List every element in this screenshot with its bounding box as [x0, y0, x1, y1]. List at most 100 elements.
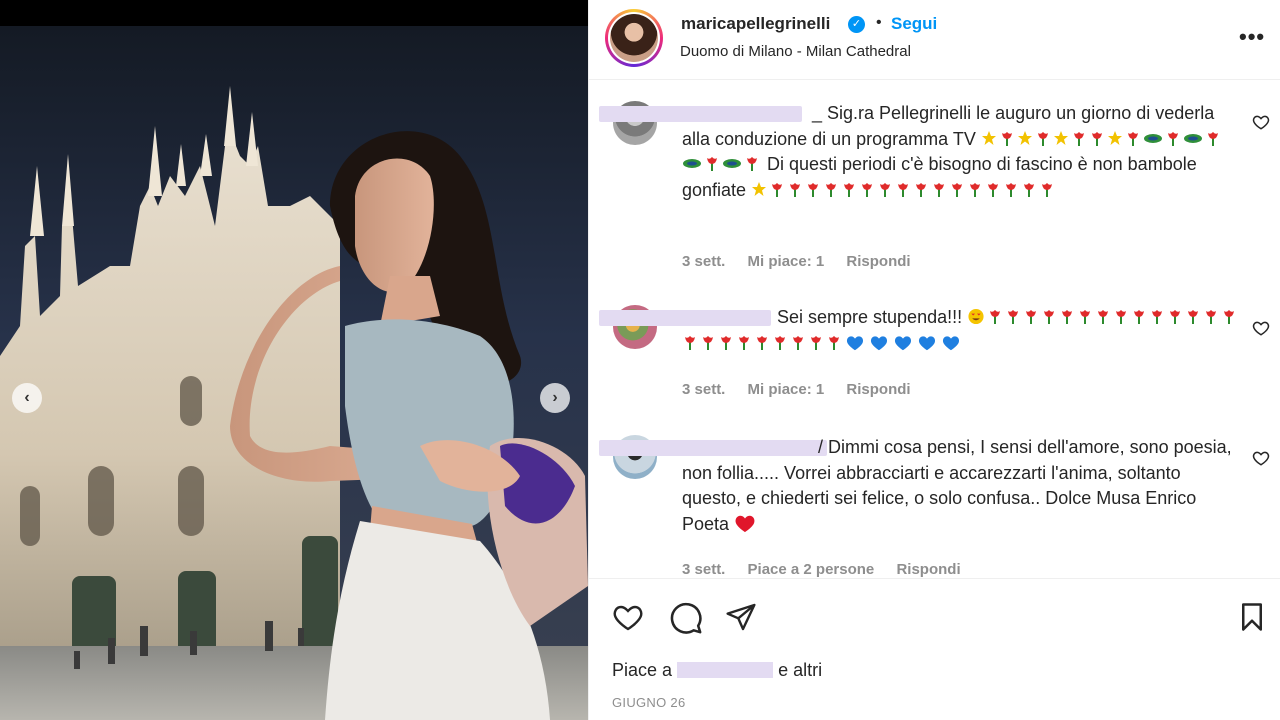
author-avatar-image	[610, 14, 658, 62]
duomo-photo-illustration	[0, 26, 588, 720]
carousel-next-button[interactable]: ›	[540, 383, 570, 413]
comments-list[interactable]: _ Sig.ra Pellegrinelli le auguro un gior…	[589, 81, 1280, 577]
comment-item: _ Sig.ra Pellegrinelli le auguro un gior…	[589, 101, 1280, 281]
star-sparkle-emoji-icon	[1053, 130, 1068, 145]
tulip-emoji-icon	[1008, 310, 1019, 324]
tulip-emoji-icon	[1006, 182, 1017, 197]
comment-meta: 3 sett. Mi piace: 1 Rispondi	[682, 253, 929, 270]
post-actions: Piace a e altri GIUGNO 26	[589, 578, 1280, 720]
tulip-emoji-icon	[862, 182, 873, 197]
leaf-emoji-icon	[1143, 133, 1162, 143]
comment-icon[interactable]	[669, 601, 703, 635]
tulip-emoji-icon	[1167, 131, 1178, 146]
tulip-emoji-icon	[1134, 310, 1145, 324]
comment-likes[interactable]: Mi piace: 1	[748, 381, 825, 398]
red-heart-emoji-icon	[735, 515, 755, 532]
tulip-emoji-icon	[685, 335, 695, 350]
comment-likes[interactable]: Piace a 2 persone	[748, 561, 875, 577]
tulip-emoji-icon	[1206, 310, 1217, 324]
author-username[interactable]: maricapellegrinelli	[681, 14, 830, 34]
heart-eyes-emoji-icon	[968, 308, 984, 325]
tulip-emoji-icon	[739, 335, 749, 350]
like-comment-heart-icon[interactable]	[1252, 113, 1270, 131]
comment-item: Sei sempre stupenda!!! 3 sett. Mi piace:…	[589, 305, 1280, 415]
comment-item: / Dimmi cosa pensi, I sensi dell'amore, …	[589, 435, 1280, 577]
comment-time[interactable]: 3 sett.	[682, 381, 725, 398]
comment-meta: 3 sett. Piace a 2 persone Rispondi	[682, 561, 979, 577]
leaf-emoji-icon	[1183, 133, 1202, 143]
tulip-emoji-icon	[1042, 182, 1053, 197]
redacted-liker-name	[677, 662, 774, 678]
more-options-icon[interactable]: •••	[1239, 24, 1265, 50]
tulip-emoji-icon	[1073, 131, 1084, 146]
follow-button[interactable]: Segui	[891, 14, 937, 34]
comment-time[interactable]: 3 sett.	[682, 561, 725, 577]
tulip-emoji-icon	[808, 182, 819, 197]
post-photo[interactable]: ‹ ›	[0, 0, 588, 720]
likes-summary[interactable]: Piace a e altri	[612, 660, 822, 681]
like-heart-icon[interactable]	[611, 601, 645, 633]
comment-likes[interactable]: Mi piace: 1	[748, 253, 825, 270]
tulip-emoji-icon	[952, 182, 963, 197]
tulip-emoji-icon	[1127, 131, 1138, 146]
tulip-emoji-icon	[1001, 131, 1012, 146]
tulip-emoji-icon	[1188, 310, 1199, 324]
tulip-emoji-icon	[1026, 310, 1037, 324]
post-date[interactable]: GIUGNO 26	[612, 695, 686, 710]
star-sparkle-emoji-icon	[1107, 130, 1122, 145]
tulip-emoji-icon	[1116, 310, 1127, 324]
star-sparkle-emoji-icon	[752, 181, 767, 196]
tulip-emoji-icon	[775, 335, 785, 350]
tulip-emoji-icon	[721, 335, 731, 350]
header-separator: •	[876, 14, 882, 31]
tulip-emoji-icon	[1044, 310, 1055, 324]
tulip-emoji-icon	[916, 182, 927, 197]
share-send-icon[interactable]	[725, 601, 757, 633]
blue-heart-emoji-icon	[942, 335, 960, 350]
star-sparkle-emoji-icon	[981, 130, 996, 145]
tulip-emoji-icon	[1091, 131, 1102, 146]
like-comment-heart-icon[interactable]	[1252, 449, 1270, 467]
chevron-right-icon: ›	[552, 389, 558, 406]
verified-icon: ✓	[848, 16, 865, 33]
reply-button[interactable]: Rispondi	[896, 561, 960, 577]
tulip-emoji-icon	[707, 157, 717, 171]
like-comment-heart-icon[interactable]	[1252, 319, 1270, 337]
blue-heart-emoji-icon	[870, 335, 888, 350]
tulip-emoji-icon	[844, 182, 855, 197]
blue-heart-emoji-icon	[894, 335, 912, 350]
reply-button[interactable]: Rispondi	[846, 381, 910, 398]
author-avatar[interactable]	[605, 9, 663, 67]
tulip-emoji-icon	[826, 182, 837, 197]
reply-button[interactable]: Rispondi	[846, 253, 910, 270]
tulip-emoji-icon	[1170, 310, 1181, 324]
tulip-emoji-icon	[790, 182, 801, 197]
comment-text: Sei sempre stupenda!!!	[682, 305, 1242, 356]
save-bookmark-icon[interactable]	[1237, 601, 1267, 633]
tulip-emoji-icon	[880, 182, 891, 197]
leaf-emoji-icon	[723, 159, 741, 168]
comment-meta: 3 sett. Mi piace: 1 Rispondi	[682, 381, 929, 398]
comment-time[interactable]: 3 sett.	[682, 253, 725, 270]
tulip-emoji-icon	[1080, 310, 1091, 324]
tulip-emoji-icon	[1224, 310, 1235, 324]
tulip-emoji-icon	[703, 335, 713, 350]
tulip-emoji-icon	[970, 182, 981, 197]
tulip-emoji-icon	[1207, 131, 1218, 146]
blue-heart-emoji-icon	[918, 335, 936, 350]
carousel-prev-button[interactable]: ‹	[12, 383, 42, 413]
leaf-emoji-icon	[683, 159, 701, 168]
tulip-emoji-icon	[898, 182, 909, 197]
photo-top-bar	[0, 0, 588, 26]
tulip-emoji-icon	[990, 310, 1001, 324]
tulip-emoji-icon	[747, 157, 757, 171]
tulip-emoji-icon	[811, 335, 821, 350]
tulip-emoji-icon	[1098, 310, 1109, 324]
star-sparkle-emoji-icon	[1017, 130, 1032, 145]
chevron-left-icon: ‹	[24, 389, 30, 406]
tulip-emoji-icon	[829, 335, 839, 350]
post-location[interactable]: Duomo di Milano - Milan Cathedral	[680, 43, 911, 60]
post-header: maricapellegrinelli ✓ • Segui Duomo di M…	[589, 0, 1280, 80]
tulip-emoji-icon	[757, 335, 767, 350]
tulip-emoji-icon	[934, 182, 945, 197]
